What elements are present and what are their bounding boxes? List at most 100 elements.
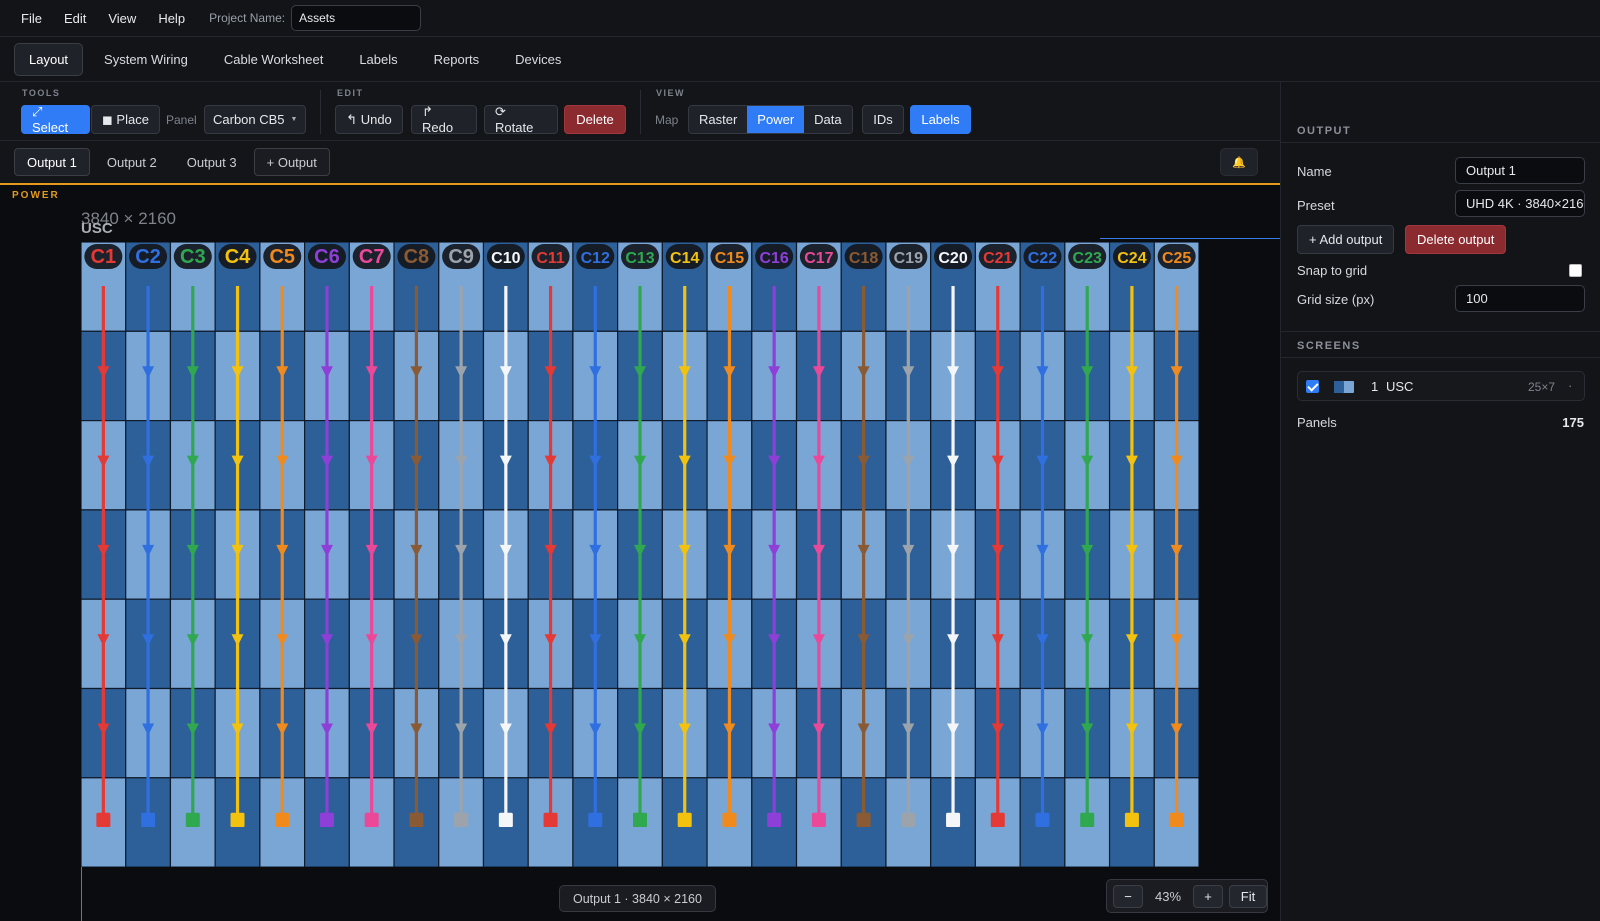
power-endpoint-marker: [185, 813, 200, 827]
place-tool-button[interactable]: ◼ Place: [91, 105, 160, 134]
circuit-label: C22: [1028, 250, 1057, 267]
circuit-label: C24: [1117, 250, 1146, 267]
add-output-tab-button[interactable]: + Output: [253, 148, 330, 176]
circuit-label: C7: [359, 246, 385, 268]
section-divider: [1281, 142, 1600, 143]
circuit-label: C2: [135, 246, 161, 268]
zoom-controls: − 43% + Fit: [1106, 879, 1268, 913]
screen-thumbnail-icon: [1334, 381, 1354, 393]
tab-reports[interactable]: Reports: [419, 43, 495, 76]
project-name-input[interactable]: [291, 5, 422, 31]
canvas-status: Output 1 · 3840 × 2160: [559, 885, 716, 912]
toolbar: TOOLS ⤢ Select ◼ Place Panel Carbon CB5 …: [0, 82, 1280, 141]
panel-grid[interactable]: C1 C2 C3 C4 C5 C6 C7 C8 C9 C10 C11 C12 C13 C14 C15 C16 C…: [81, 242, 1199, 867]
circuit-label: C4: [225, 246, 251, 268]
zoom-out-button[interactable]: −: [1113, 884, 1143, 908]
power-endpoint-marker: [230, 813, 245, 827]
circuit-label: C13: [625, 250, 654, 267]
tab-labels[interactable]: Labels: [344, 43, 412, 76]
menu-file[interactable]: File: [21, 11, 42, 26]
redo-button[interactable]: ↱ Redo: [411, 104, 477, 135]
screen-menu-icon[interactable]: ·: [1568, 378, 1572, 393]
screen-list-item[interactable]: 1 USC 25×7 ·: [1297, 371, 1585, 401]
tab-system-wiring[interactable]: System Wiring: [89, 43, 203, 76]
rotate-button[interactable]: ⟳ Rotate: [484, 104, 558, 135]
layout-canvas[interactable]: POWER 3840 × 2160 USC C1 C2 C3 C4 C5 C6 C7 C8 C9…: [0, 183, 1280, 921]
output-name-input[interactable]: Output 1: [1455, 157, 1585, 184]
section-divider: [1281, 357, 1600, 358]
snap-to-grid-label: Snap to grid: [1297, 263, 1368, 278]
section-divider: [1281, 331, 1600, 332]
output-section-heading: OUTPUT: [1297, 125, 1352, 137]
screen-name: USC: [1386, 379, 1414, 394]
map-mode-toggle: Raster Power Data: [688, 105, 853, 134]
tab-output-2[interactable]: Output 2: [94, 148, 170, 176]
circuit-label: C20: [938, 250, 967, 267]
inspector-panel: OUTPUT Name Output 1 Preset UHD 4K · 384…: [1280, 82, 1600, 921]
menu-edit[interactable]: Edit: [64, 11, 86, 26]
power-endpoint-marker: [1080, 813, 1095, 827]
delete-output-button[interactable]: Delete output: [1405, 225, 1507, 254]
output-boundary: [1100, 238, 1280, 239]
tab-layout[interactable]: Layout: [14, 42, 84, 76]
undo-button[interactable]: ↰ Undo: [335, 105, 403, 134]
toolbar-divider: [640, 90, 641, 134]
screen-index: 1: [1371, 379, 1379, 394]
power-endpoint-marker: [946, 813, 961, 827]
menu-bar: File Edit View Help Project Name:: [0, 0, 1600, 37]
zoom-level: 43%: [1154, 888, 1182, 904]
grid-size-label: Grid size (px): [1297, 292, 1375, 307]
add-output-button[interactable]: + Add output: [1297, 225, 1395, 254]
delete-button[interactable]: Delete: [564, 105, 626, 134]
map-power-button[interactable]: Power: [747, 106, 805, 133]
circuit-label: C3: [180, 246, 206, 268]
bell-icon[interactable]: 🔔: [1220, 148, 1258, 176]
toolbar-divider: [320, 90, 321, 134]
power-endpoint-marker: [1124, 813, 1139, 827]
circuit-label: C21: [983, 250, 1012, 267]
power-endpoint-marker: [1169, 813, 1184, 827]
map-raster-button[interactable]: Raster: [689, 106, 748, 133]
project-name-label: Project Name:: [209, 11, 286, 25]
panels-count-label: Panels: [1297, 415, 1337, 430]
circuit-label: C16: [759, 250, 788, 267]
tab-devices[interactable]: Devices: [500, 43, 576, 76]
zoom-fit-button[interactable]: Fit: [1229, 884, 1267, 908]
circuit-label: C8: [404, 246, 430, 268]
preset-label: Preset: [1297, 198, 1335, 213]
tab-cable-worksheet[interactable]: Cable Worksheet: [209, 43, 338, 76]
power-endpoint-marker: [1035, 813, 1050, 827]
circuit-label: C25: [1162, 250, 1191, 267]
map-data-button[interactable]: Data: [804, 106, 852, 133]
preset-select[interactable]: UHD 4K · 3840×2160: [1455, 190, 1585, 217]
circuit-label: C14: [670, 250, 699, 267]
snap-to-grid-checkbox[interactable]: [1569, 264, 1582, 277]
panel-type-select[interactable]: Carbon CB5 ▼: [204, 105, 306, 134]
panels-count-value: 175: [1562, 415, 1584, 430]
ids-toggle-button[interactable]: IDs: [862, 105, 904, 134]
panel-type-value: Carbon CB5: [213, 112, 285, 127]
circuit-label: C18: [849, 250, 878, 267]
output-tabs: Output 1 Output 2 Output 3 + Output 🔔: [0, 141, 1280, 183]
circuit-label: C9: [448, 246, 474, 268]
tab-output-1[interactable]: Output 1: [14, 148, 90, 176]
view-group-label: VIEW: [656, 88, 686, 98]
circuit-label: C6: [314, 246, 340, 268]
power-endpoint-marker: [498, 813, 513, 827]
screen-name-label: USC: [81, 220, 113, 237]
tab-output-3[interactable]: Output 3: [174, 148, 250, 176]
zoom-in-button[interactable]: +: [1193, 884, 1223, 908]
labels-toggle-button[interactable]: Labels: [910, 105, 971, 134]
grid-size-input[interactable]: 100: [1455, 285, 1585, 312]
power-endpoint-marker: [319, 813, 334, 827]
screen-visible-checkbox[interactable]: [1306, 380, 1319, 393]
circuit-label: C12: [581, 250, 610, 267]
select-tool-button[interactable]: ⤢ Select: [21, 104, 90, 135]
map-label: Map: [655, 113, 679, 127]
panel-label: Panel: [166, 113, 197, 127]
menu-view[interactable]: View: [108, 11, 136, 26]
power-endpoint-marker: [811, 813, 826, 827]
menu-help[interactable]: Help: [158, 11, 185, 26]
map-mode-label: POWER: [12, 190, 60, 201]
power-endpoint-marker: [633, 813, 647, 827]
